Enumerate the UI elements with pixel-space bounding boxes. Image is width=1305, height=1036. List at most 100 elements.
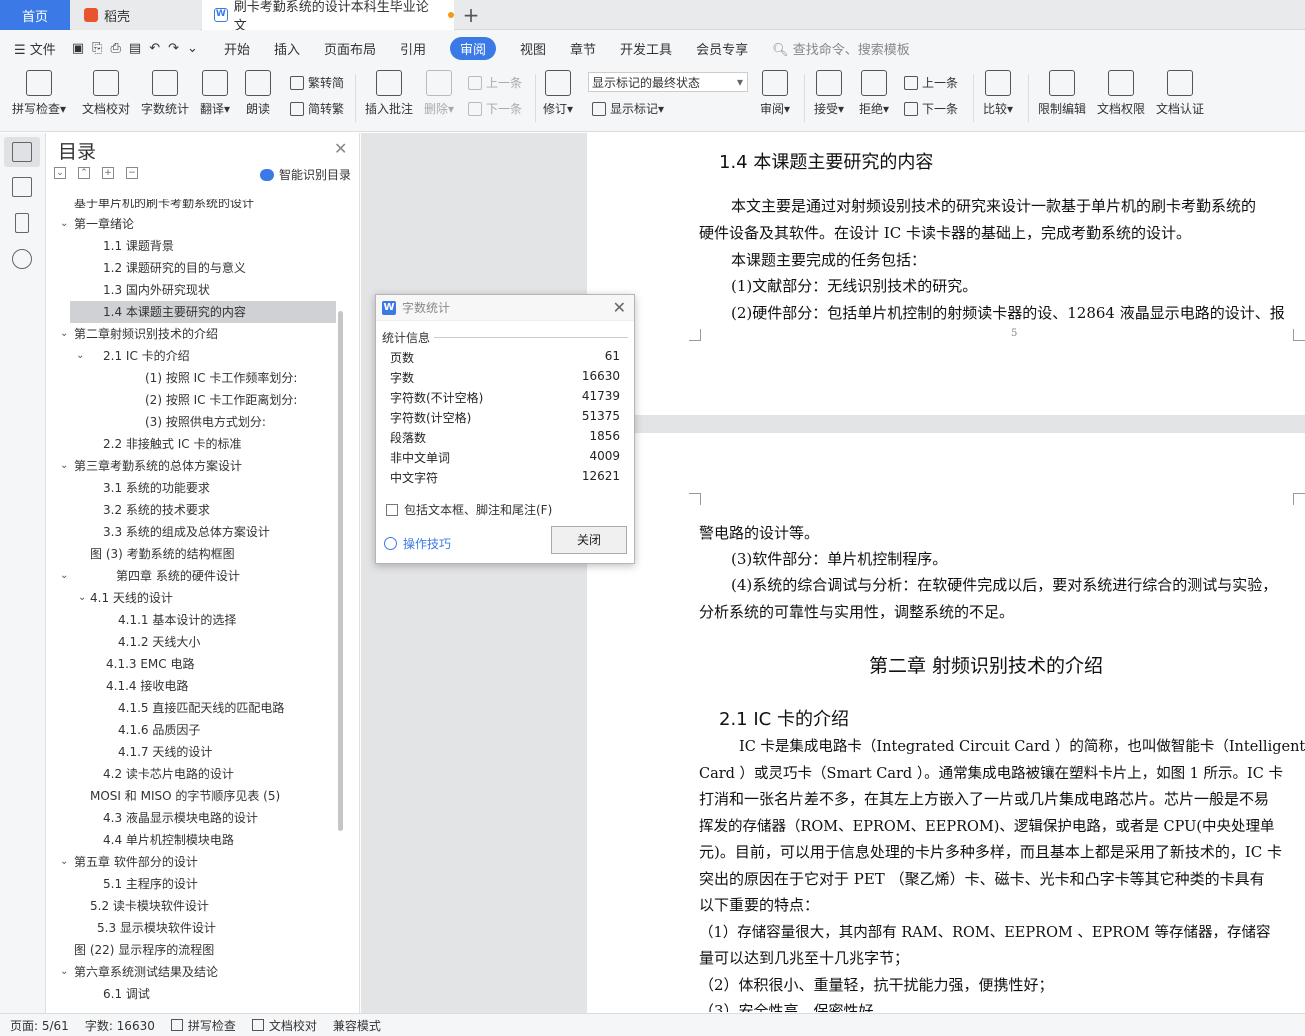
tab-document[interactable]: W 刷卡考勤系统的设计本科生毕业论文 xyxy=(202,0,454,34)
search-box[interactable]: 🔍︎ 查找命令、搜索模板 xyxy=(772,39,910,58)
doc-proof-status[interactable]: 文档校对 xyxy=(251,1017,317,1034)
tips-link[interactable]: 操作技巧 xyxy=(384,535,451,552)
toc-scrollbar[interactable] xyxy=(338,311,343,831)
delete-comment-button[interactable]: 删除▾ xyxy=(424,70,454,117)
toc-item[interactable]: 第二章射频识别技术的介绍 xyxy=(74,323,218,345)
chevron-down-icon[interactable]: ⌄ xyxy=(78,592,86,603)
navigation-icon[interactable] xyxy=(12,177,32,197)
spell-check-status[interactable]: 拼写检查 xyxy=(170,1017,236,1034)
toc-item[interactable]: 4.1.6 品质因子 xyxy=(118,719,200,741)
toc-item[interactable]: 4.1.1 基本设计的选择 xyxy=(118,609,236,631)
read-aloud-button[interactable]: 朗读 xyxy=(245,70,271,117)
toc-item[interactable]: 第四章 系统的硬件设计 xyxy=(116,565,240,587)
simp-to-trad-button[interactable]: 简转繁 xyxy=(290,100,344,117)
restrict-editing-button[interactable]: 限制编辑 xyxy=(1038,70,1086,117)
toc-item[interactable]: 2.1 IC 卡的介绍 xyxy=(103,345,190,367)
menu-devtools[interactable]: 开发工具 xyxy=(620,39,672,58)
spell-check-button[interactable]: 拼写检查▾ xyxy=(12,70,66,117)
menu-layout[interactable]: 页面布局 xyxy=(324,39,376,58)
review-pane-button[interactable]: 审阅▾ xyxy=(760,70,790,117)
accept-button[interactable]: 接受▾ xyxy=(814,70,844,117)
document-page[interactable]: 1.4 本课题主要研究的内容 本文主要是通过对射频设别技术的研究来设计一款基于单… xyxy=(587,133,1305,415)
toc-item[interactable]: 4.3 液晶显示模块电路的设计 xyxy=(103,807,258,829)
more-chevron-icon[interactable]: ⌄ xyxy=(187,41,198,56)
menu-chapter[interactable]: 章节 xyxy=(570,39,596,58)
toc-icon[interactable] xyxy=(12,142,32,162)
prev-change-button[interactable]: 上一条 xyxy=(904,74,958,91)
doc-proof-button[interactable]: 文档校对 xyxy=(82,70,130,117)
toc-item[interactable]: 第三章考勤系统的总体方案设计 xyxy=(74,455,242,477)
toc-item[interactable]: 6.1 调试 xyxy=(103,983,150,1005)
toc-item[interactable]: 5.2 读卡模块软件设计 xyxy=(90,895,209,917)
chevron-down-icon[interactable]: ⌄ xyxy=(60,218,68,229)
undo-icon[interactable]: ↶ xyxy=(149,41,160,56)
toc-item[interactable]: 4.4 单片机控制模块电路 xyxy=(103,829,234,851)
track-changes-button[interactable]: 修订▾ xyxy=(543,70,573,117)
close-icon[interactable]: ✕ xyxy=(613,298,626,317)
toc-item[interactable]: MOSI 和 MISO 的字节顺序见表 (5) xyxy=(90,785,280,807)
menu-reference[interactable]: 引用 xyxy=(400,39,426,58)
new-tab-button[interactable]: + xyxy=(456,0,486,30)
toc-item[interactable]: 4.1.4 接收电路 xyxy=(106,675,188,697)
toc-item[interactable]: 3.1 系统的功能要求 xyxy=(103,477,210,499)
toc-item[interactable]: 4.1.3 EMC 电路 xyxy=(106,653,194,675)
toc-item[interactable]: 基于单片机的刷卡考勤系统的设计 xyxy=(74,199,254,211)
toc-item[interactable]: 图 (22) 显示程序的流程图 xyxy=(74,939,214,961)
prev-comment-button[interactable]: 上一条 xyxy=(468,74,522,91)
save-icon[interactable]: ▣ xyxy=(72,41,84,56)
trad-to-simp-button[interactable]: 繁转简 xyxy=(290,74,344,91)
toc-item[interactable]: (3) 按照供电方式划分: xyxy=(145,411,266,433)
toc-item[interactable]: (2) 按照 IC 卡工作距离划分: xyxy=(145,389,297,411)
dialog-titlebar[interactable]: W 字数统计 xyxy=(376,295,634,321)
toc-item[interactable]: 第六章系统测试结果及结论 xyxy=(74,961,218,983)
compare-button[interactable]: 比较▾ xyxy=(983,70,1013,117)
print-icon[interactable]: ⎙ xyxy=(111,41,121,56)
remove-item-icon[interactable]: − xyxy=(126,167,138,179)
next-comment-button[interactable]: 下一条 xyxy=(468,100,522,117)
chevron-down-icon[interactable]: ⌄ xyxy=(60,966,68,977)
doc-certify-button[interactable]: 文档认证 xyxy=(1156,70,1204,117)
bookmark-icon[interactable] xyxy=(15,213,29,233)
include-textbox-checkbox[interactable]: 包括文本框、脚注和尾注(F) xyxy=(386,501,552,518)
chevron-down-icon[interactable]: ⌄ xyxy=(60,856,68,867)
toc-item[interactable]: 1.4 本课题主要研究的内容 xyxy=(70,301,336,323)
toc-item[interactable]: 4.1.7 天线的设计 xyxy=(118,741,212,763)
next-change-button[interactable]: 下一条 xyxy=(904,100,958,117)
toc-item[interactable]: 4.1.2 天线大小 xyxy=(118,631,200,653)
collapse-all-icon[interactable]: ⌄ xyxy=(54,167,66,179)
toc-item[interactable]: 4.1 天线的设计 xyxy=(90,587,173,609)
expand-up-icon[interactable]: ⌃ xyxy=(78,167,90,179)
toc-item[interactable]: 4.1.5 直接匹配天线的匹配电路 xyxy=(118,697,284,719)
word-count-indicator[interactable]: 字数: 16630 xyxy=(85,1017,155,1034)
toc-item[interactable]: 5.1 主程序的设计 xyxy=(103,873,198,895)
toc-item[interactable]: 5.3 显示模块软件设计 xyxy=(97,917,216,939)
close-button[interactable]: 关闭 xyxy=(551,526,627,554)
chevron-down-icon[interactable]: ⌄ xyxy=(60,460,68,471)
insert-comment-button[interactable]: 插入批注 xyxy=(365,70,413,117)
menu-review[interactable]: 审阅 xyxy=(450,36,497,60)
toc-item[interactable]: 2.2 非接触式 IC 卡的标准 xyxy=(103,433,241,455)
toc-item[interactable]: (1) 按照 IC 卡工作频率划分: xyxy=(145,367,297,389)
smart-toc-button[interactable]: 智能识别目录 xyxy=(260,166,351,183)
menu-insert[interactable]: 插入 xyxy=(274,39,300,58)
toc-item[interactable]: 1.3 国内外研究现状 xyxy=(103,279,210,301)
menu-view[interactable]: 视图 xyxy=(520,39,546,58)
tab-daoke[interactable]: 稻壳 xyxy=(72,0,200,30)
toc-item[interactable]: 第一章绪论 xyxy=(74,213,134,235)
export-icon[interactable]: ⎘ xyxy=(92,41,102,56)
page-indicator[interactable]: 页面: 5/61 xyxy=(10,1017,69,1034)
preview-icon[interactable]: ▤ xyxy=(129,41,141,56)
markup-state-select[interactable]: 显示标记的最终状态 ▾ xyxy=(588,72,748,92)
close-icon[interactable]: ✕ xyxy=(334,139,347,158)
find-icon[interactable] xyxy=(12,249,32,269)
reject-button[interactable]: 拒绝▾ xyxy=(859,70,889,117)
add-item-icon[interactable]: + xyxy=(102,167,114,179)
toc-item[interactable]: 1.1 课题背景 xyxy=(103,235,174,257)
toc-item[interactable]: 3.3 系统的组成及总体方案设计 xyxy=(103,521,270,543)
show-markup-button[interactable]: 显示标记 ▾ xyxy=(592,100,664,117)
menu-start[interactable]: 开始 xyxy=(224,39,250,58)
chevron-down-icon[interactable]: ⌄ xyxy=(60,328,68,339)
translate-button[interactable]: 翻译▾ xyxy=(200,70,230,117)
document-page[interactable]: 警电路的设计等。 (3)软件部分：单片机控制程序。 (4)系统的综合调试与分析：… xyxy=(587,433,1305,1013)
menu-member[interactable]: 会员专享 xyxy=(696,39,748,58)
